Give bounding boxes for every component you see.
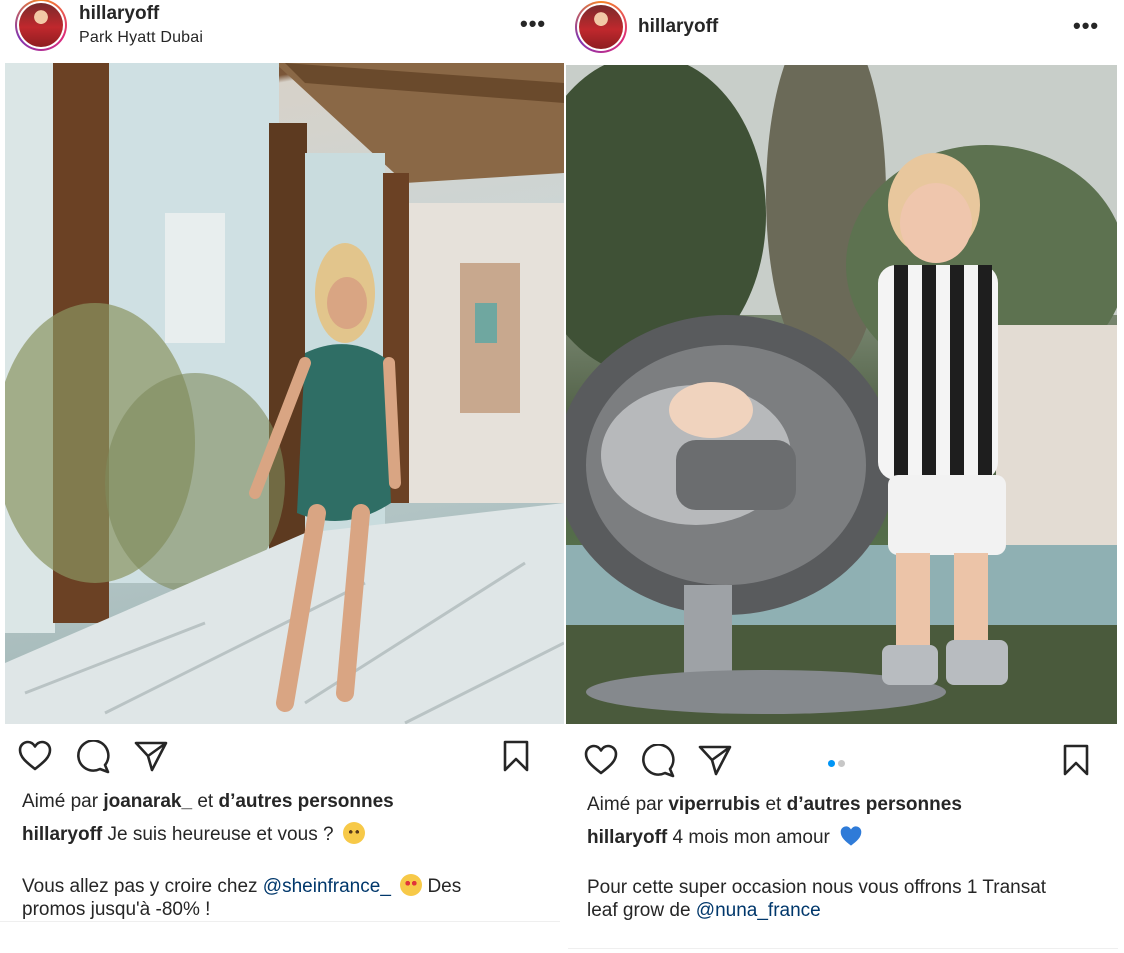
body-text-suffix: Des bbox=[427, 876, 462, 897]
liked-and: et bbox=[765, 794, 782, 815]
body-line-1: Pour cette super occasion nous vous offr… bbox=[587, 877, 1047, 898]
star-struck-emoji bbox=[400, 874, 423, 896]
liked-prefix: Aimé par bbox=[587, 794, 664, 815]
post-photo[interactable] bbox=[5, 63, 564, 724]
liked-prefix: Aimé par bbox=[22, 791, 99, 812]
heart-icon[interactable] bbox=[18, 740, 52, 772]
more-options-icon[interactable]: ••• bbox=[1073, 15, 1099, 37]
photo-illustration bbox=[5, 63, 564, 724]
bookmark-icon[interactable] bbox=[502, 740, 530, 772]
blue-heart-emoji bbox=[839, 825, 863, 847]
avatar-photo bbox=[19, 3, 63, 47]
carousel-indicator bbox=[828, 754, 848, 772]
caption-username[interactable]: hillaryoff bbox=[587, 827, 667, 848]
bookmark-icon[interactable] bbox=[1062, 744, 1090, 776]
avatar[interactable] bbox=[15, 0, 67, 51]
more-options-icon[interactable]: ••• bbox=[520, 13, 546, 35]
share-icon[interactable] bbox=[698, 744, 732, 776]
avatar-photo bbox=[579, 5, 623, 49]
likes-line: Aimé par viperrubis et d’autres personne… bbox=[587, 793, 962, 816]
mention-link[interactable]: @sheinfrance_ bbox=[263, 876, 391, 897]
divider bbox=[568, 948, 1118, 949]
liked-others-link[interactable]: d’autres personnes bbox=[218, 791, 393, 812]
share-icon[interactable] bbox=[134, 740, 168, 772]
liked-user-link[interactable]: viperrubis bbox=[668, 794, 760, 815]
username[interactable]: hillaryoff bbox=[79, 3, 159, 25]
photo-illustration bbox=[566, 65, 1117, 724]
carousel-dot bbox=[838, 760, 845, 767]
action-bar bbox=[18, 736, 563, 776]
post-header: hillaryoff ••• bbox=[566, 0, 1120, 62]
caption-text: 4 mois mon amour bbox=[672, 827, 830, 848]
post-header: hillaryoff Park Hyatt Dubai ••• bbox=[0, 0, 563, 62]
caption-text: Je suis heureuse et vous ? bbox=[107, 824, 334, 845]
mention-link[interactable]: @nuna_france bbox=[696, 900, 821, 921]
comment-icon[interactable] bbox=[641, 744, 675, 778]
heart-icon[interactable] bbox=[584, 744, 618, 776]
carousel-dot-active bbox=[828, 760, 835, 767]
liked-and: et bbox=[197, 791, 214, 812]
post-photo[interactable] bbox=[566, 65, 1117, 724]
body-text: leaf grow de bbox=[587, 900, 691, 921]
pleading-face-emoji bbox=[342, 822, 365, 844]
caption-line: hillaryoff 4 mois mon amour bbox=[587, 825, 863, 849]
body-text: Vous allez pas y croire chez bbox=[22, 876, 258, 897]
comment-icon[interactable] bbox=[76, 740, 110, 774]
caption-line: hillaryoff Je suis heureuse et vous ? bbox=[22, 822, 365, 846]
avatar[interactable] bbox=[575, 1, 627, 53]
caption-username[interactable]: hillaryoff bbox=[22, 824, 102, 845]
body-line-2: promos jusqu'à -80% ! bbox=[22, 899, 211, 920]
liked-others-link[interactable]: d’autres personnes bbox=[787, 794, 962, 815]
divider bbox=[0, 921, 560, 922]
liked-user-link[interactable]: joanarak_ bbox=[103, 791, 192, 812]
location-link[interactable]: Park Hyatt Dubai bbox=[79, 29, 203, 47]
body-line-2: leaf grow de @nuna_france bbox=[587, 899, 821, 922]
likes-line: Aimé par joanarak_ et d’autres personnes bbox=[22, 790, 394, 813]
username[interactable]: hillaryoff bbox=[638, 16, 718, 38]
body-line-1: Vous allez pas y croire chez @sheinfranc… bbox=[22, 874, 461, 898]
action-bar bbox=[584, 740, 1114, 780]
